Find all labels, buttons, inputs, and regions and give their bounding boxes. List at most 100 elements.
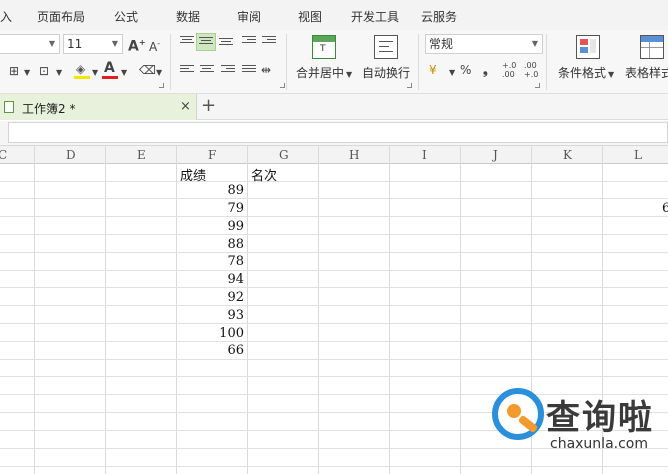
cell-f1-header[interactable]: 成绩 xyxy=(180,165,206,184)
align-center-icon[interactable] xyxy=(200,65,214,77)
merge-center-icon[interactable]: T xyxy=(312,35,336,59)
font-size-value: 11 xyxy=(67,37,83,51)
table-style-icon[interactable] xyxy=(640,35,664,59)
border-icon[interactable]: ⊞ xyxy=(9,64,19,78)
align-middle-icon[interactable] xyxy=(199,37,213,49)
chevron-down-icon[interactable]: ▼ xyxy=(24,66,30,80)
cell-score[interactable]: 94 xyxy=(174,272,244,287)
watermark-brand: 查询啦 xyxy=(546,398,654,438)
watermark-url: chaxunla.com xyxy=(550,436,648,452)
cell-score[interactable]: 89 xyxy=(174,183,244,198)
column-header-j[interactable]: J xyxy=(493,148,498,162)
font-family-select[interactable]: ▼ xyxy=(0,34,60,54)
align-left-icon[interactable] xyxy=(180,65,194,77)
conditional-format-icon[interactable] xyxy=(576,35,600,59)
comma-style-icon[interactable]: ❟ xyxy=(483,63,488,77)
chevron-down-icon[interactable]: ▼ xyxy=(346,68,352,82)
chevron-down-icon[interactable]: ▼ xyxy=(156,66,162,80)
cell-g1-header[interactable]: 名次 xyxy=(251,165,277,184)
menu-review[interactable]: 审阅 xyxy=(237,8,261,25)
currency-format-icon[interactable]: ¥ xyxy=(429,63,437,77)
merge-center-label[interactable]: 合并居中 xyxy=(296,64,344,81)
align-bottom-icon[interactable] xyxy=(219,38,233,50)
merge-dialog-launcher-icon[interactable] xyxy=(407,83,412,88)
cell-score[interactable]: 79 xyxy=(174,201,244,216)
wrap-text-label[interactable]: 自动换行 xyxy=(362,64,410,81)
cell-score[interactable]: 99 xyxy=(174,219,244,234)
chevron-down-icon[interactable]: ▼ xyxy=(121,66,127,80)
document-tab-bar: 工作簿2 * × + xyxy=(0,94,668,120)
indent-decrease-icon[interactable] xyxy=(242,36,256,48)
justify-icon[interactable] xyxy=(242,65,256,77)
watermark-logo-dot xyxy=(507,404,521,418)
column-header-f[interactable]: F xyxy=(208,148,216,162)
menu-insert[interactable]: 入 xyxy=(0,8,12,25)
ribbon-separator xyxy=(418,34,419,90)
fill-color-icon[interactable]: ◈ xyxy=(76,62,85,76)
font-color-swatch xyxy=(102,76,118,79)
wrap-text-icon[interactable] xyxy=(374,35,398,59)
spreadsheet-file-icon xyxy=(4,101,14,113)
increase-decimal-icon[interactable]: +.0 .00 xyxy=(502,61,516,79)
column-header-l[interactable]: L xyxy=(634,148,642,162)
column-header-k[interactable]: K xyxy=(563,148,572,162)
align-top-icon[interactable] xyxy=(180,36,194,48)
menu-cloud[interactable]: 云服务 xyxy=(421,8,457,25)
ribbon-separator xyxy=(170,34,171,90)
cell-score[interactable]: 66 xyxy=(174,343,244,358)
font-size-select[interactable]: 11 ▼ xyxy=(63,34,123,54)
align-right-icon[interactable] xyxy=(221,65,235,77)
decrease-decimal-icon[interactable]: .00 +.0 xyxy=(524,61,538,79)
decrease-font-icon[interactable]: A- xyxy=(149,37,160,54)
indent-increase-icon[interactable] xyxy=(262,36,276,48)
cell-score[interactable]: 92 xyxy=(174,290,244,305)
tab-label: 工作簿2 * xyxy=(22,102,76,116)
column-header-g[interactable]: G xyxy=(279,148,289,162)
tab-workbook2[interactable]: 工作簿2 * × xyxy=(0,94,197,120)
chevron-down-icon[interactable]: ▼ xyxy=(608,68,614,82)
chevron-down-icon[interactable]: ▼ xyxy=(449,66,455,80)
column-header-c[interactable]: C xyxy=(0,148,7,162)
chevron-down-icon[interactable]: ▼ xyxy=(56,66,62,80)
table-style-label[interactable]: 表格样式 xyxy=(625,64,668,81)
number-format-value: 常规 xyxy=(429,37,454,51)
font-color-icon[interactable]: A xyxy=(104,61,115,75)
column-header-row: C D E F G H I J K L xyxy=(0,145,668,164)
menu-data[interactable]: 数据 xyxy=(176,8,200,25)
increase-font-icon[interactable]: A+ xyxy=(128,36,146,54)
cell-style-icon[interactable]: ⊡ xyxy=(39,64,49,78)
chevron-down-icon: ▼ xyxy=(531,39,538,48)
distributed-align-icon[interactable]: ⇹ xyxy=(261,63,271,77)
menu-page-layout[interactable]: 页面布局 xyxy=(37,8,85,25)
clear-format-icon[interactable]: ⌫ xyxy=(139,63,156,77)
menu-formulas[interactable]: 公式 xyxy=(114,8,138,25)
chevron-down-icon: ▼ xyxy=(111,39,118,48)
new-tab-icon[interactable]: + xyxy=(201,95,216,116)
number-format-select[interactable]: 常规 ▼ xyxy=(425,34,543,54)
ribbon: ▼ 11 ▼ A+ A- ⊞ ▼ ⊡ ▼ ◈ ▼ A ▼ ⌫ ▼ ⇹ T 合并居中… xyxy=(0,30,668,94)
menu-developer[interactable]: 开发工具 xyxy=(351,8,399,25)
alignment-dialog-launcher-icon[interactable] xyxy=(280,83,285,88)
column-header-e[interactable]: E xyxy=(137,148,146,162)
chevron-down-icon: ▼ xyxy=(48,39,55,48)
cell-score[interactable]: 78 xyxy=(174,254,244,269)
font-dialog-launcher-icon[interactable] xyxy=(159,83,164,88)
menu-bar: 入 页面布局 公式 数据 审阅 视图 开发工具 云服务 xyxy=(0,0,668,30)
ribbon-separator xyxy=(286,34,287,90)
column-header-i[interactable]: I xyxy=(422,148,427,162)
cell-l3-clipped[interactable]: 6 xyxy=(662,201,668,216)
number-dialog-launcher-icon[interactable] xyxy=(535,83,540,88)
formula-bar xyxy=(0,121,668,145)
percent-icon[interactable]: % xyxy=(460,63,471,77)
close-icon[interactable]: × xyxy=(180,99,191,114)
cell-score[interactable]: 93 xyxy=(174,308,244,323)
cell-score[interactable]: 100 xyxy=(174,326,244,341)
column-header-h[interactable]: H xyxy=(349,148,359,162)
conditional-format-label[interactable]: 条件格式 xyxy=(558,64,606,81)
chevron-down-icon[interactable]: ▼ xyxy=(92,66,98,80)
formula-input[interactable] xyxy=(8,122,668,143)
menu-view[interactable]: 视图 xyxy=(298,8,322,25)
column-header-d[interactable]: D xyxy=(66,148,76,162)
cell-score[interactable]: 88 xyxy=(174,237,244,252)
ribbon-separator xyxy=(546,34,547,90)
